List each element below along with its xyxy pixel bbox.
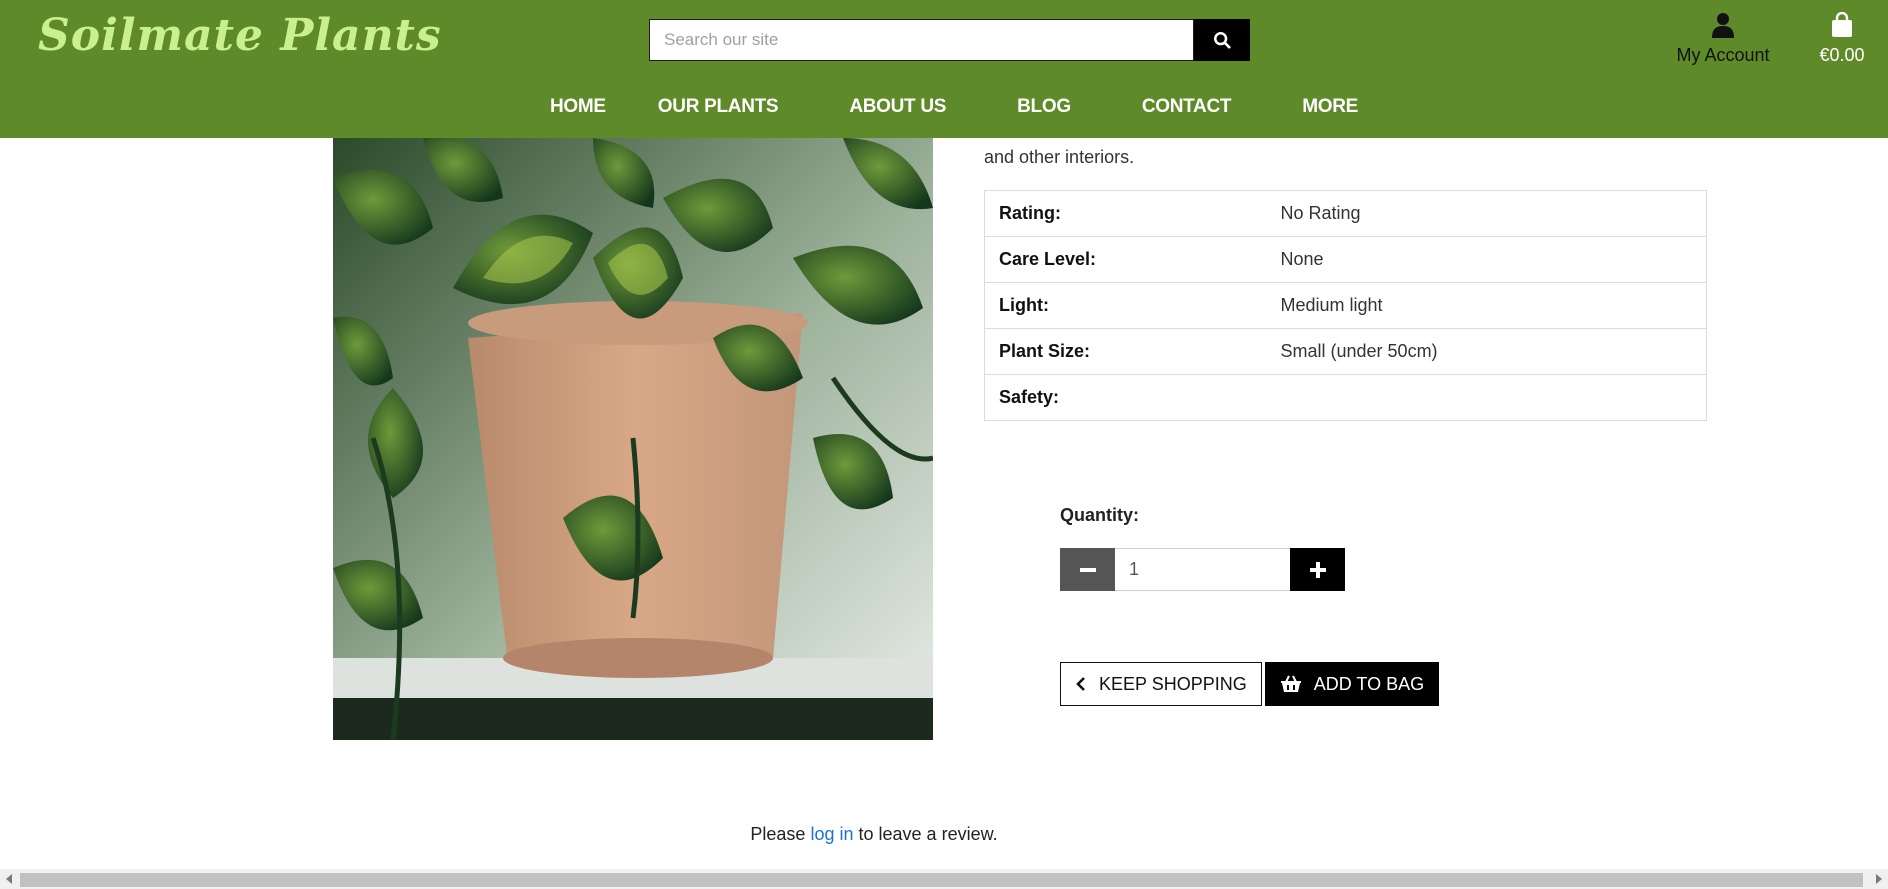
table-row: Safety: [984, 374, 1707, 421]
add-to-bag-button[interactable]: ADD TO BAG [1264, 662, 1440, 706]
quantity-label: Quantity: [1060, 505, 1139, 525]
main-nav: HOME OUR PLANTS ABOUT US BLOG CONTACT MO… [0, 92, 1888, 122]
decrement-button[interactable] [1060, 548, 1115, 591]
keep-shopping-button[interactable]: KEEP SHOPPING [1060, 662, 1262, 706]
minus-icon [1079, 567, 1096, 572]
product-actions: KEEP SHOPPING ADD TO BAG [1060, 662, 1440, 706]
shopping-basket-icon [1280, 675, 1301, 692]
user-icon [1712, 13, 1734, 38]
chevron-left-icon [1076, 677, 1085, 691]
nav-about-us[interactable]: ABOUT US [849, 92, 946, 122]
horizontal-scrollbar[interactable] [0, 869, 1888, 889]
nav-blog[interactable]: BLOG [1017, 92, 1071, 122]
detail-value: None [1266, 236, 1707, 283]
keep-shopping-label: KEEP SHOPPING [1099, 673, 1247, 694]
detail-key: Care Level: [984, 236, 1267, 283]
quantity-stepper [1060, 548, 1345, 591]
quantity-input[interactable] [1115, 548, 1290, 591]
nav-our-plants[interactable]: OUR PLANTS [658, 92, 779, 122]
table-row: Light: Medium light [984, 282, 1707, 329]
detail-key: Safety: [984, 374, 1267, 421]
detail-value [1266, 374, 1707, 421]
scroll-right-icon[interactable] [1876, 874, 1882, 884]
add-to-bag-label: ADD TO BAG [1313, 673, 1425, 694]
my-account-link[interactable]: My Account [1672, 12, 1774, 66]
detail-key: Plant Size: [984, 328, 1267, 375]
table-row: Plant Size: Small (under 50cm) [984, 328, 1707, 375]
product-description: and other interiors. [984, 147, 1135, 167]
detail-value: Medium light [1266, 282, 1707, 329]
shopping-bag-link[interactable]: €0.00 [1812, 11, 1872, 66]
table-row: Rating: No Rating [985, 191, 1707, 237]
login-link[interactable]: log in [810, 824, 853, 844]
scroll-left-icon[interactable] [6, 874, 12, 884]
shopping-bag-icon [1832, 11, 1852, 37]
search-input[interactable] [649, 19, 1194, 61]
nav-contact[interactable]: CONTACT [1142, 92, 1232, 122]
nav-home[interactable]: HOME [550, 92, 606, 122]
my-account-label: My Account [1676, 45, 1770, 65]
detail-value: Small (under 50cm) [1266, 328, 1707, 375]
plus-icon [1309, 561, 1326, 578]
increment-button[interactable] [1290, 548, 1345, 591]
nav-more[interactable]: MORE [1302, 92, 1358, 122]
search-icon [1213, 31, 1231, 49]
site-header: Soilmate Plants My Account €0.00 HOME OU… [0, 0, 1888, 138]
bag-total: €0.00 [1819, 45, 1865, 65]
site-logo[interactable]: Soilmate Plants [38, 10, 442, 61]
table-row: Care Level: None [984, 236, 1707, 283]
review-suffix: to leave a review. [858, 824, 998, 844]
search-form [649, 19, 1250, 61]
detail-key: Rating: [999, 203, 1061, 223]
detail-key: Light: [984, 282, 1267, 329]
product-details-table: Rating: No Rating Care Level: None Light… [984, 190, 1707, 421]
scrollbar-thumb[interactable] [20, 873, 1863, 887]
product-image [333, 138, 933, 740]
review-prompt: Please log in to leave a review. [0, 824, 1888, 845]
review-prefix: Please [750, 824, 806, 844]
search-button[interactable] [1194, 19, 1250, 61]
detail-value: No Rating [1280, 203, 1361, 223]
